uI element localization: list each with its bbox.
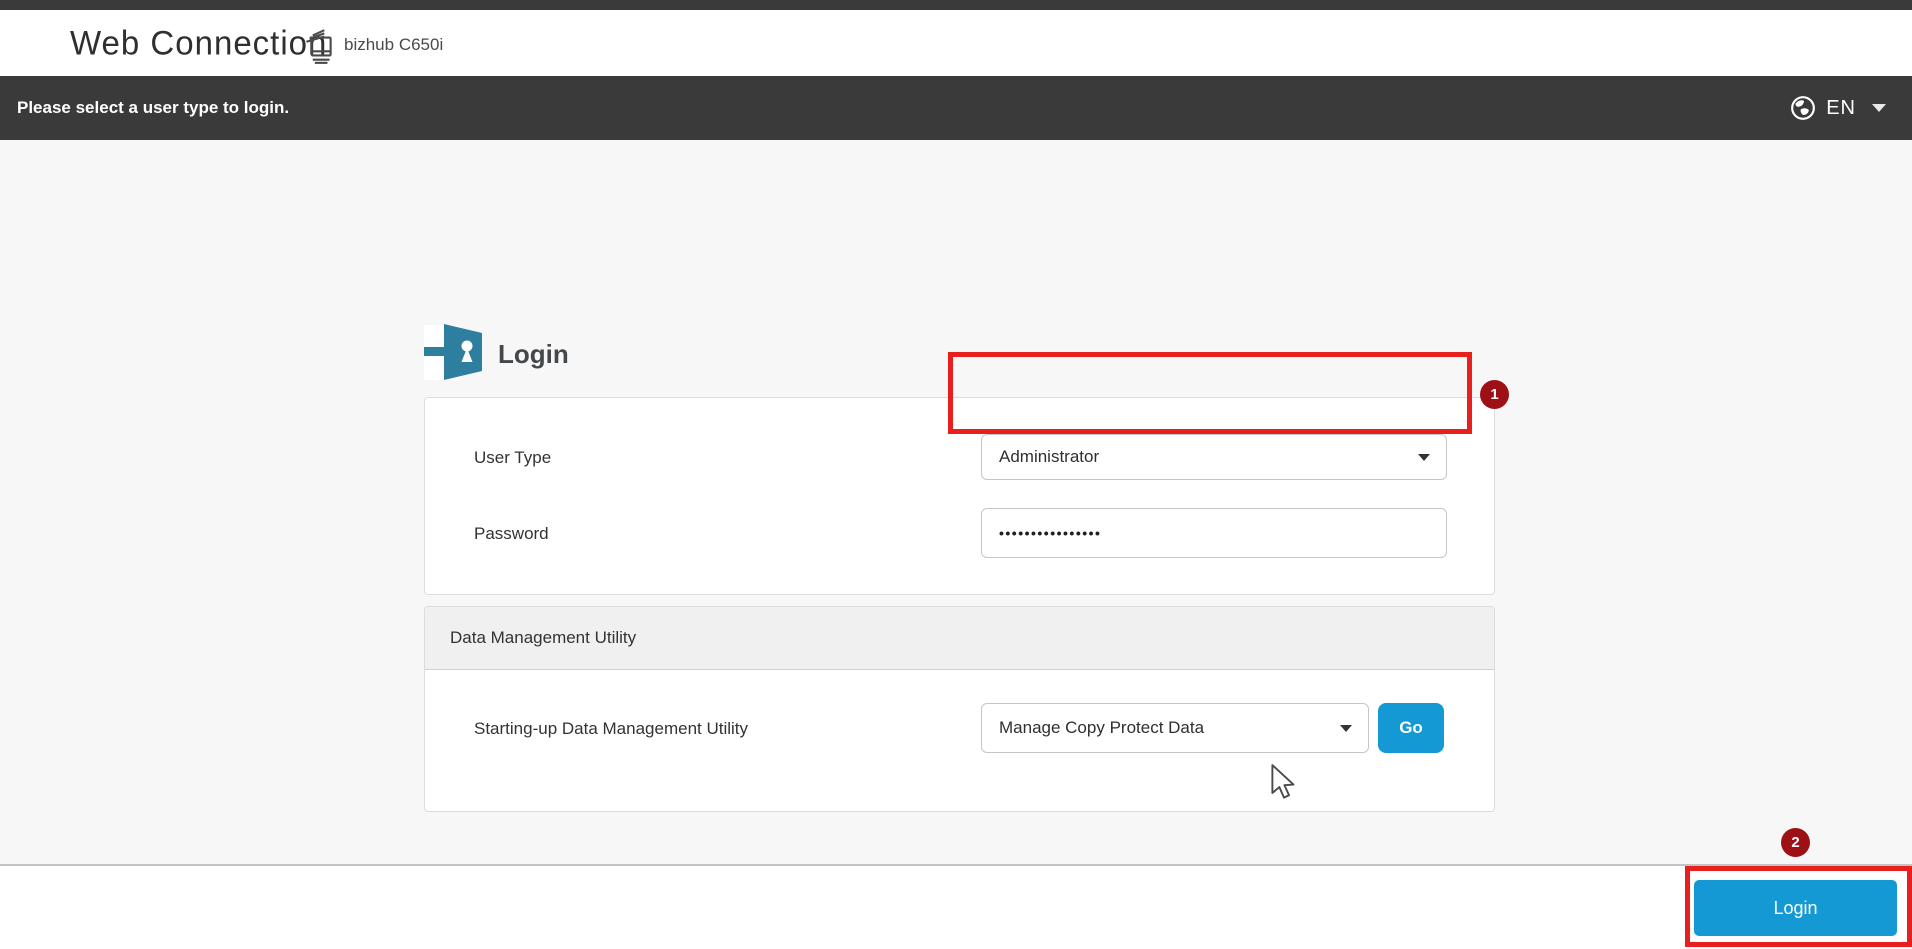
web-connection-logo: Web Connection [70, 23, 328, 62]
globe-icon [1790, 95, 1816, 121]
password-input[interactable] [981, 508, 1447, 558]
chevron-down-icon [1418, 453, 1430, 461]
language-selector[interactable]: EN [1790, 76, 1886, 140]
utility-select-value: Manage Copy Protect Data [999, 718, 1205, 737]
step-badge-1: 1 [1480, 380, 1509, 409]
starting-up-label: Starting-up Data Management Utility [474, 719, 749, 738]
language-code: EN [1826, 96, 1856, 119]
language-caret-icon [1872, 104, 1886, 112]
app-header: Web Connection bizhub C650i [0, 10, 1912, 76]
user-type-label: User Type [474, 448, 552, 467]
top-strip [0, 0, 1912, 10]
login-form-card: User Type Administrator Password [424, 397, 1495, 595]
printer-icon [302, 26, 334, 71]
login-door-icon [424, 323, 484, 386]
login-button[interactable]: Login [1694, 880, 1897, 936]
login-heading: Login [424, 323, 569, 386]
data-management-card: Data Management Utility Starting-up Data… [424, 606, 1495, 812]
login-title: Login [498, 339, 569, 369]
chevron-down-icon [1340, 724, 1352, 732]
data-management-title: Data Management Utility [450, 628, 637, 647]
step-badge-2: 2 [1781, 828, 1810, 857]
user-type-value: Administrator [999, 447, 1100, 466]
main-content: Login User Type Administrator Password D… [0, 140, 1912, 864]
message-text: Please select a user type to login. [17, 98, 290, 117]
footer-bar: Login [0, 864, 1912, 949]
password-label: Password [474, 524, 549, 543]
message-bar: Please select a user type to login. EN [0, 76, 1912, 140]
go-button[interactable]: Go [1378, 703, 1444, 753]
utility-select[interactable]: Manage Copy Protect Data [981, 703, 1369, 753]
data-management-body: Starting-up Data Management Utility Mana… [425, 670, 1494, 811]
user-type-select[interactable]: Administrator [981, 434, 1447, 480]
data-management-header: Data Management Utility [425, 607, 1494, 670]
device-name: bizhub C650i [344, 35, 444, 54]
